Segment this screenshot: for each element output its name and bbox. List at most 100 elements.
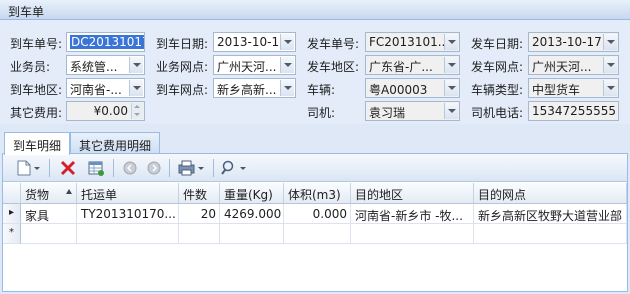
table-cell[interactable]: TY201310170... bbox=[77, 204, 179, 224]
col-header-text: 体积(m3) bbox=[288, 188, 341, 202]
arrive-no-label: 到车单号: bbox=[10, 37, 63, 51]
send-no-field[interactable]: FC2013101... bbox=[365, 32, 460, 52]
send-no-value: FC2013101... bbox=[369, 35, 450, 49]
tab-label: 其它费用明细 bbox=[79, 139, 152, 153]
send-date-value: 2013-10-17 bbox=[532, 35, 602, 49]
new-row-cell[interactable] bbox=[220, 224, 284, 244]
new-row-indicator[interactable]: * bbox=[3, 224, 21, 244]
print-icon[interactable] bbox=[177, 159, 207, 177]
new-row-cell[interactable] bbox=[351, 224, 474, 244]
new-row-cell[interactable] bbox=[21, 224, 77, 244]
send-region-field[interactable]: 广东省-广... bbox=[365, 55, 460, 75]
detail-grid: 货物 托运单 件数 重量(Kg) 体积(m3) 目的地区 目的网点 ▸ 家具 T… bbox=[3, 183, 627, 291]
tab-strip: 到车明细 其它费用明细 bbox=[0, 124, 630, 155]
toolbar-separator bbox=[213, 159, 214, 177]
vehicle-field[interactable]: 粤A00003 bbox=[365, 78, 460, 98]
chevron-down-icon[interactable] bbox=[444, 103, 458, 119]
arrive-region-label: 到车地区: bbox=[10, 83, 63, 97]
salesman-value: 系统管... bbox=[70, 60, 118, 74]
driver-phone-label: 司机电话: bbox=[471, 106, 524, 120]
send-outlet-value: 广州天河... bbox=[532, 60, 592, 74]
col-header-text: 货物 bbox=[25, 188, 50, 202]
send-region-label: 发车地区: bbox=[307, 60, 360, 74]
arrive-date-label: 到车日期: bbox=[156, 37, 209, 51]
table-cell[interactable]: 20 bbox=[179, 204, 220, 224]
col-header-goods[interactable]: 货物 bbox=[21, 183, 77, 204]
save-grid-icon[interactable] bbox=[87, 159, 105, 177]
chevron-down-icon[interactable] bbox=[603, 34, 617, 50]
next-icon[interactable] bbox=[145, 159, 163, 177]
table-cell[interactable]: 新乡高新区牧野大道营业部 bbox=[474, 204, 627, 224]
find-icon[interactable] bbox=[219, 159, 249, 177]
chevron-down-icon[interactable] bbox=[280, 80, 294, 96]
tab-other-fee-detail[interactable]: 其它费用明细 bbox=[70, 132, 161, 154]
col-header-text: 件数 bbox=[183, 188, 208, 202]
toolbar bbox=[3, 154, 627, 182]
chevron-down-icon[interactable] bbox=[444, 57, 458, 73]
arrive-no-field[interactable]: DC20131017 bbox=[66, 32, 145, 52]
form-area: 到车单号: DC20131017 到车日期: 2013-10-17 发车单号: … bbox=[0, 20, 630, 124]
col-header-dest-region[interactable]: 目的地区 bbox=[351, 183, 474, 204]
table-cell[interactable]: 家具 bbox=[21, 204, 77, 224]
arrive-outlet-value: 新乡高新... bbox=[217, 83, 277, 97]
chevron-down-icon[interactable] bbox=[603, 80, 617, 96]
row-indicator[interactable]: ▸ bbox=[3, 204, 21, 224]
table-cell[interactable]: 河南省-新乡市 -牧... bbox=[351, 204, 474, 224]
chevron-down-icon[interactable] bbox=[280, 57, 294, 73]
send-outlet-field[interactable]: 广州天河... bbox=[528, 55, 619, 75]
new-icon[interactable] bbox=[15, 159, 41, 177]
col-header-text: 目的网点 bbox=[478, 188, 527, 202]
biz-outlet-value: 广州天河... bbox=[217, 60, 277, 74]
prev-icon[interactable] bbox=[121, 159, 139, 177]
tab-arrive-detail[interactable]: 到车明细 bbox=[4, 132, 71, 155]
driver-field[interactable]: 袁习瑞 bbox=[365, 101, 460, 121]
biz-outlet-field[interactable]: 广州天河... bbox=[213, 55, 296, 75]
table-cell[interactable]: 0.000 bbox=[284, 204, 351, 224]
new-row-cell[interactable] bbox=[179, 224, 220, 244]
other-fee-field[interactable]: ¥0.00 bbox=[66, 101, 145, 121]
vehicle-type-label: 车辆类型: bbox=[471, 83, 524, 97]
arrive-date-field[interactable]: 2013-10-17 bbox=[213, 32, 296, 52]
tab-label: 到车明细 bbox=[13, 139, 62, 153]
chevron-down-icon[interactable] bbox=[444, 80, 458, 96]
chevron-down-icon[interactable] bbox=[603, 57, 617, 73]
col-header-waybill[interactable]: 托运单 bbox=[77, 183, 179, 204]
col-header-volume[interactable]: 体积(m3) bbox=[284, 183, 351, 204]
arrive-date-value: 2013-10-17 bbox=[217, 35, 287, 49]
chevron-down-icon[interactable] bbox=[129, 80, 143, 96]
panel-title-text: 到车单 bbox=[8, 5, 45, 19]
sort-asc-icon bbox=[66, 189, 72, 194]
arrive-outlet-field[interactable]: 新乡高新... bbox=[213, 78, 296, 98]
send-no-label: 发车单号: bbox=[307, 37, 360, 51]
new-row-cell[interactable] bbox=[284, 224, 351, 244]
grid-corner bbox=[3, 183, 21, 204]
arrive-no-value: DC20131017 bbox=[70, 35, 144, 49]
biz-outlet-label: 业务网点: bbox=[156, 60, 209, 74]
table-cell[interactable]: 4269.000 bbox=[220, 204, 284, 224]
delete-icon[interactable] bbox=[59, 159, 77, 177]
new-row-cell[interactable] bbox=[77, 224, 179, 244]
driver-value: 袁习瑞 bbox=[369, 106, 406, 120]
other-fee-label: 其它费用: bbox=[10, 106, 63, 120]
salesman-field[interactable]: 系统管... bbox=[66, 55, 145, 75]
chevron-down-icon[interactable] bbox=[280, 34, 294, 50]
arrive-region-field[interactable]: 河南省-... bbox=[66, 78, 145, 98]
driver-phone-field[interactable]: 15347255555 bbox=[528, 101, 619, 121]
salesman-label: 业务员: bbox=[10, 60, 51, 74]
panel-title: 到车单 bbox=[0, 0, 630, 20]
send-date-field[interactable]: 2013-10-17 bbox=[528, 32, 619, 52]
spin-icon[interactable] bbox=[131, 103, 143, 119]
send-region-value: 广东省-广... bbox=[369, 60, 433, 74]
col-header-text: 目的地区 bbox=[355, 188, 404, 202]
arrive-outlet-label: 到车网点: bbox=[156, 83, 209, 97]
col-header-weight[interactable]: 重量(Kg) bbox=[220, 183, 284, 204]
chevron-down-icon[interactable] bbox=[129, 57, 143, 73]
new-row-cell[interactable] bbox=[474, 224, 627, 244]
vehicle-type-field[interactable]: 中型货车 bbox=[528, 78, 619, 98]
chevron-down-icon[interactable] bbox=[444, 34, 458, 50]
toolbar-separator bbox=[169, 159, 170, 177]
col-header-dest-outlet[interactable]: 目的网点 bbox=[474, 183, 627, 204]
col-header-text: 托运单 bbox=[81, 188, 118, 202]
col-header-pieces[interactable]: 件数 bbox=[179, 183, 220, 204]
col-header-text: 重量(Kg) bbox=[224, 188, 273, 202]
